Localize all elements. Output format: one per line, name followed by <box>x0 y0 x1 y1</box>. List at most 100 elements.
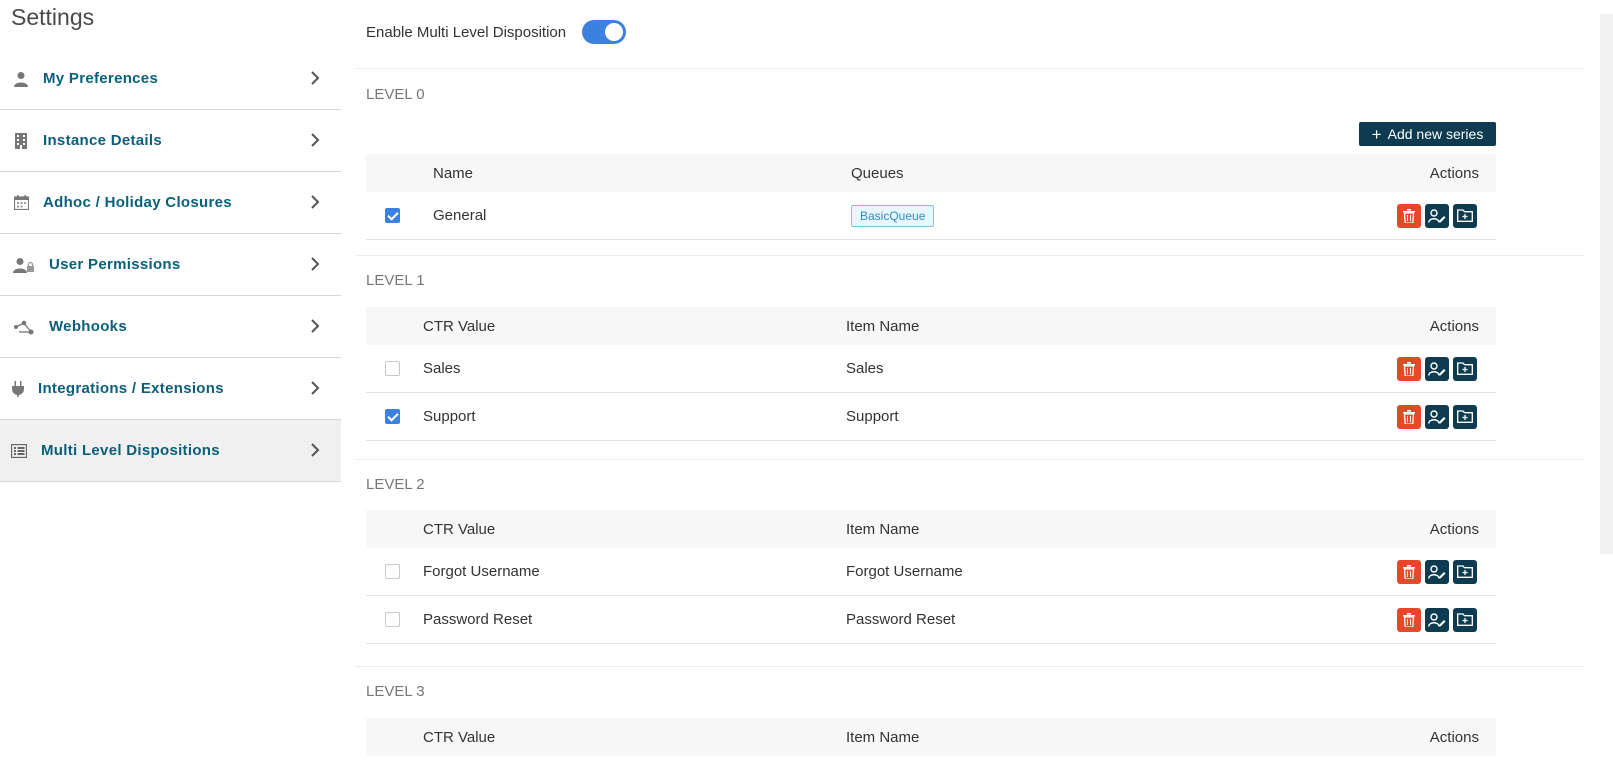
multi-level-toggle-row: Enable Multi Level Disposition <box>366 20 627 44</box>
table-row: Support Support <box>366 393 1496 441</box>
section-divider <box>355 459 1585 460</box>
chevron-right-icon <box>311 71 320 85</box>
scrollbar[interactable] <box>1600 14 1613 554</box>
user-edit-icon <box>1428 612 1446 627</box>
user-icon <box>11 69 31 89</box>
column-header-item-name: Item Name <box>846 317 920 335</box>
user-edit-icon <box>1428 564 1446 579</box>
row-actions <box>1397 356 1477 381</box>
chevron-right-icon <box>311 381 320 395</box>
level-1-title: LEVEL 1 <box>366 272 425 289</box>
column-header-actions: Actions <box>1429 317 1479 335</box>
calendar-icon <box>11 193 31 213</box>
list-icon <box>11 441 27 461</box>
plus-icon: + <box>1371 124 1382 144</box>
sidebar-item-label: Adhoc / Holiday Closures <box>43 194 232 211</box>
trash-icon <box>1403 361 1415 376</box>
add-folder-button[interactable] <box>1453 203 1477 228</box>
user-edit-icon <box>1428 361 1446 376</box>
add-folder-button[interactable] <box>1453 356 1477 381</box>
delete-button[interactable] <box>1397 559 1421 584</box>
sidebar-item-multi-level-dispositions[interactable]: Multi Level Dispositions <box>0 420 341 482</box>
column-header-queues: Queues <box>851 164 904 182</box>
edit-user-button[interactable] <box>1425 404 1449 429</box>
sidebar-item-user-permissions[interactable]: User Permissions <box>0 234 341 296</box>
table-header: CTR Value Item Name Actions <box>366 718 1496 756</box>
row-item-name: Forgot Username <box>846 563 963 580</box>
edit-user-button[interactable] <box>1425 607 1449 632</box>
row-ctr-value: Forgot Username <box>423 563 540 580</box>
add-folder-button[interactable] <box>1453 404 1477 429</box>
folder-plus-icon <box>1457 565 1473 578</box>
trash-icon <box>1403 208 1415 223</box>
sidebar-item-label: Instance Details <box>43 132 163 149</box>
add-folder-button[interactable] <box>1453 607 1477 632</box>
edit-user-button[interactable] <box>1425 203 1449 228</box>
table-row: Forgot Username Forgot Username <box>366 548 1496 596</box>
trash-icon <box>1403 409 1415 424</box>
sidebar-item-adhoc-holiday-closures[interactable]: Adhoc / Holiday Closures <box>0 172 341 234</box>
sidebar-item-integrations-extensions[interactable]: Integrations / Extensions <box>0 358 341 420</box>
sidebar-item-instance-details[interactable]: Instance Details <box>0 110 341 172</box>
row-actions <box>1397 559 1477 584</box>
column-header-actions: Actions <box>1429 164 1479 182</box>
toggle-knob <box>605 23 624 41</box>
column-header-name: Name <box>433 164 474 182</box>
delete-button[interactable] <box>1397 607 1421 632</box>
add-folder-button[interactable] <box>1453 559 1477 584</box>
section-divider <box>355 666 1585 667</box>
row-item-name: Support <box>846 408 899 425</box>
table-header: Name Queues Actions <box>366 154 1496 192</box>
sidebar-item-webhooks[interactable]: Webhooks <box>0 296 341 358</box>
row-checkbox[interactable] <box>385 612 400 627</box>
user-edit-icon <box>1428 208 1446 223</box>
settings-nav: My Preferences Instance Details Adhoc / … <box>0 48 341 482</box>
row-name: General <box>433 207 487 224</box>
sidebar-item-my-preferences[interactable]: My Preferences <box>0 48 341 110</box>
chevron-right-icon <box>311 133 320 147</box>
column-header-item-name: Item Name <box>846 728 920 746</box>
trash-icon <box>1403 612 1415 627</box>
level-3-title: LEVEL 3 <box>366 683 425 700</box>
queue-badge: BasicQueue <box>851 204 935 227</box>
row-item-name: Sales <box>846 360 884 377</box>
section-divider <box>355 255 1585 256</box>
table-row: Sales Sales <box>366 345 1496 393</box>
row-actions <box>1397 607 1477 632</box>
add-new-series-label: Add new series <box>1387 126 1484 142</box>
webhook-icon <box>11 317 37 337</box>
edit-user-button[interactable] <box>1425 559 1449 584</box>
level-0-table: Name Queues Actions General BasicQueue <box>366 154 1496 240</box>
toggle-label: Enable Multi Level Disposition <box>366 23 567 41</box>
column-header-ctr-value: CTR Value <box>423 317 496 335</box>
chevron-right-icon <box>311 195 320 209</box>
row-checkbox[interactable] <box>385 361 400 376</box>
edit-user-button[interactable] <box>1425 356 1449 381</box>
row-ctr-value: Password Reset <box>423 611 533 628</box>
table-row: Password Reset Password Reset <box>366 596 1496 644</box>
chevron-right-icon <box>311 443 320 457</box>
add-new-series-button[interactable]: + Add new series <box>1359 122 1496 146</box>
user-edit-icon <box>1428 409 1446 424</box>
level-2-title: LEVEL 2 <box>366 476 425 493</box>
chevron-right-icon <box>311 257 320 271</box>
row-actions <box>1397 404 1477 429</box>
delete-button[interactable] <box>1397 203 1421 228</box>
table-header: CTR Value Item Name Actions <box>366 307 1496 345</box>
delete-button[interactable] <box>1397 356 1421 381</box>
delete-button[interactable] <box>1397 404 1421 429</box>
level-1-table: CTR Value Item Name Actions Sales Sales … <box>366 307 1496 441</box>
row-checkbox[interactable] <box>385 564 400 579</box>
row-checkbox[interactable] <box>385 208 400 223</box>
folder-plus-icon <box>1457 209 1473 222</box>
row-ctr-value: Sales <box>423 360 461 377</box>
level-2-table: CTR Value Item Name Actions Forgot Usern… <box>366 510 1496 644</box>
sidebar-item-label: Multi Level Dispositions <box>41 442 220 459</box>
multi-level-toggle[interactable] <box>582 20 627 44</box>
row-ctr-value: Support <box>423 408 476 425</box>
folder-plus-icon <box>1457 362 1473 375</box>
sidebar-title: Settings <box>11 4 95 30</box>
main-content: Enable Multi Level Disposition LEVEL 0 +… <box>355 0 1595 760</box>
row-checkbox[interactable] <box>385 409 400 424</box>
column-header-actions: Actions <box>1429 520 1479 538</box>
